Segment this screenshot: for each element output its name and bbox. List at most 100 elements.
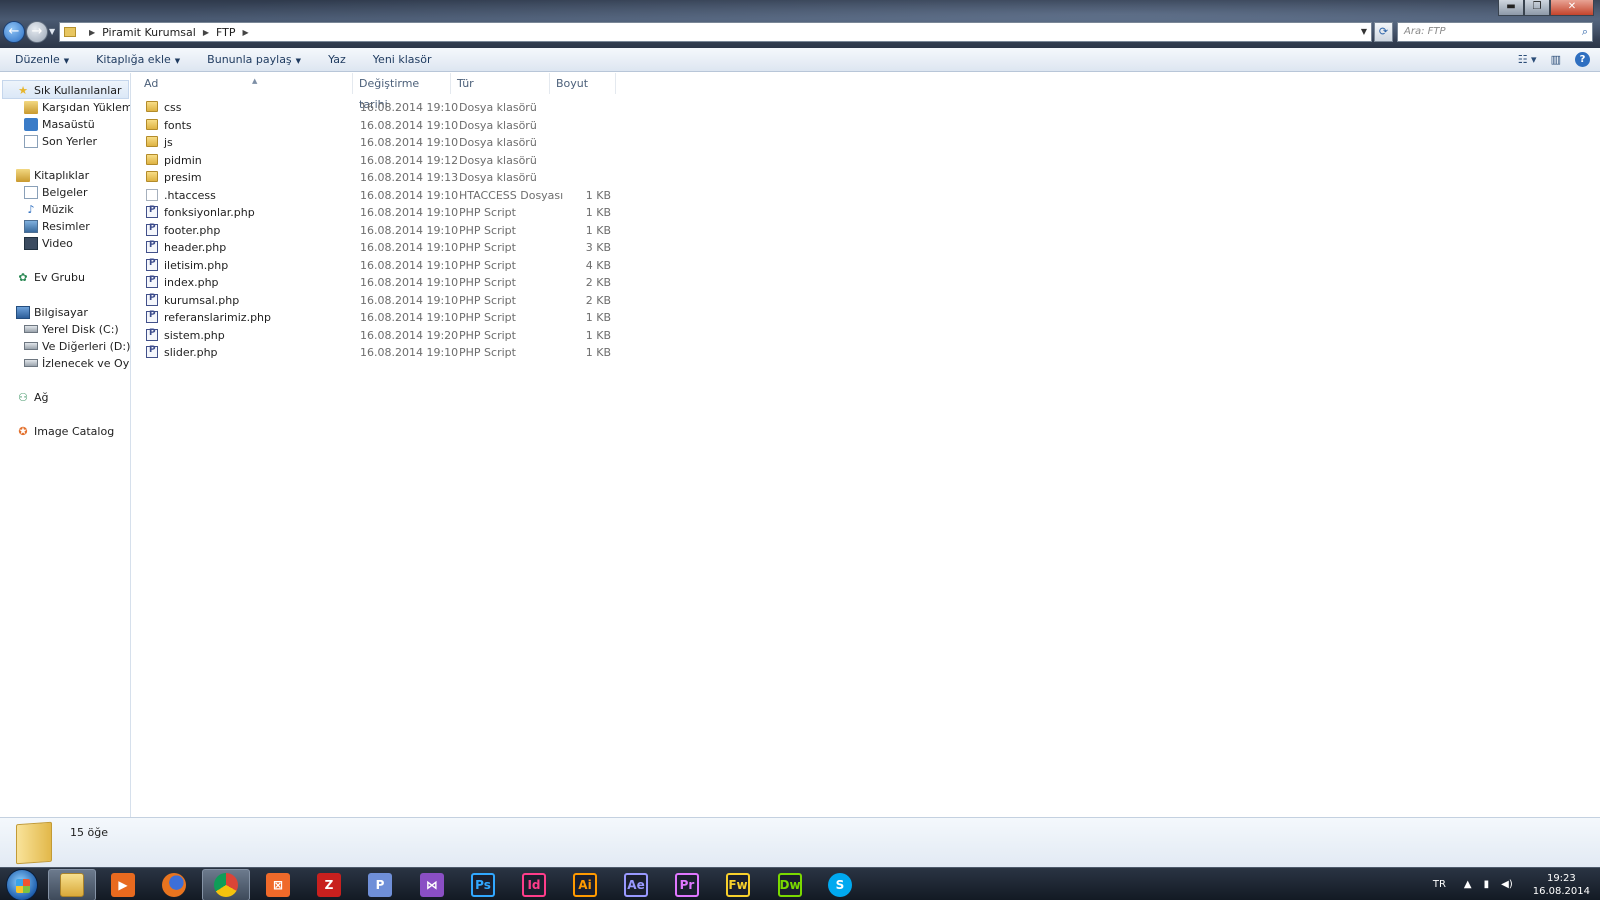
table-row[interactable]: sistem.php 16.08.2014 19:20PHP Script 1 KB — [144, 327, 614, 344]
search-input[interactable]: Ara: FTP ⌕ — [1397, 22, 1593, 42]
file-date: 16.08.2014 19:12 — [360, 153, 459, 167]
file-size: 4 KB — [585, 258, 611, 272]
sidebar-item-computer[interactable]: Bilgisayar — [16, 304, 88, 320]
add-to-library-button[interactable]: Kitaplığa ekle ▼ — [84, 53, 192, 66]
media-player-icon: ▶ — [111, 873, 135, 897]
language-indicator[interactable]: TR — [1433, 879, 1446, 890]
clock[interactable]: 19:23 16.08.2014 — [1533, 872, 1590, 898]
breadcrumb-piramit-kurumsal[interactable]: Piramit Kurumsal — [102, 26, 196, 39]
sidebar-item-downloads[interactable]: Karşıdan Yüklemeler — [24, 99, 130, 115]
table-row[interactable]: footer.php 16.08.2014 19:10PHP Script 1 KB — [144, 222, 614, 239]
show-hidden-icons-icon[interactable]: ▲ — [1464, 879, 1472, 890]
table-row[interactable]: presim 16.08.2014 19:13 Dosya klasörü — [144, 169, 614, 186]
taskbar-app-xampp[interactable]: ⊠ — [254, 869, 302, 900]
file-icon — [146, 188, 158, 201]
forward-button[interactable]: → — [26, 21, 48, 43]
sidebar-item-recent[interactable]: Son Yerler — [24, 133, 97, 149]
taskbar-app-media-player[interactable]: ▶ — [99, 869, 147, 900]
sidebar-item-disk-c[interactable]: Yerel Disk (C:) — [24, 321, 119, 337]
taskbar-app-phpstorm[interactable]: P — [356, 869, 404, 900]
file-date: 16.08.2014 19:20 — [360, 328, 459, 342]
taskbar-app-fireworks[interactable]: Fw — [714, 869, 762, 900]
organize-button[interactable]: Düzenle ▼ — [3, 53, 81, 66]
help-icon[interactable]: ? — [1575, 52, 1590, 67]
taskbar-app-after-effects[interactable]: Ae — [612, 869, 660, 900]
close-button[interactable]: ✕ — [1550, 0, 1594, 16]
file-size: 1 KB — [585, 346, 611, 359]
file-type: PHP Script — [459, 206, 516, 219]
table-row[interactable]: header.php 16.08.2014 19:10PHP Script 3 KB — [144, 239, 614, 256]
chevron-down-icon: ▼ — [63, 57, 70, 65]
taskbar-app-explorer[interactable] — [48, 869, 96, 900]
sidebar-item-libraries[interactable]: Kitaplıklar — [16, 167, 89, 183]
maximize-button[interactable]: ❐ — [1524, 0, 1550, 16]
table-row[interactable]: index.php 16.08.2014 19:10PHP Script 2 KB — [144, 274, 614, 291]
address-bar[interactable]: ▶ Piramit Kurumsal ▶ FTP ▶ ▼ — [59, 22, 1372, 42]
table-row[interactable]: fonts 16.08.2014 19:10 Dosya klasörü — [144, 117, 614, 134]
file-type: PHP Script — [459, 346, 516, 359]
breadcrumb-ftp[interactable]: FTP — [216, 26, 236, 39]
file-size: 1 KB — [585, 223, 611, 237]
sidebar-item-videos[interactable]: Video — [24, 235, 73, 251]
minimize-button[interactable]: ▬ — [1498, 0, 1524, 16]
new-folder-button[interactable]: Yeni klasör — [361, 53, 444, 66]
taskbar-app-filezilla[interactable]: Z — [305, 869, 353, 900]
table-row[interactable]: referanslarimiz.php 16.08.2014 19:10PHP S… — [144, 309, 614, 326]
refresh-button[interactable]: ⟳ — [1374, 22, 1393, 42]
taskbar-app-visual-studio[interactable]: ⋈ — [408, 869, 456, 900]
taskbar-app-photoshop[interactable]: Ps — [459, 869, 507, 900]
details-pane: 15 öğe — [0, 817, 1600, 867]
table-row[interactable]: fonksiyonlar.php 16.08.2014 19:10PHP Scri… — [144, 204, 614, 221]
taskbar-app-dreamweaver[interactable]: Dw — [766, 869, 814, 900]
start-button[interactable] — [6, 869, 38, 900]
recent-pages-dropdown[interactable]: ▼ — [49, 27, 55, 36]
back-button[interactable]: ← — [3, 21, 25, 43]
share-with-button[interactable]: Bununla paylaş ▼ — [195, 53, 313, 66]
sidebar-item-image-catalog[interactable]: ✪ Image Catalog — [16, 423, 114, 439]
taskbar-app-chrome[interactable] — [202, 869, 250, 900]
file-size: 1 KB — [585, 328, 611, 342]
table-row[interactable]: .htaccess 16.08.2014 19:10 HTACCESS Dosyas… — [144, 187, 614, 204]
sidebar-item-homegroup[interactable]: ✿ Ev Grubu — [16, 269, 85, 285]
php-file-icon — [146, 293, 158, 306]
chevron-right-icon[interactable]: ▶ — [89, 28, 95, 37]
chevron-right-icon[interactable]: ▶ — [203, 28, 209, 37]
view-options-icon[interactable]: ☷ ▾ — [1518, 53, 1537, 66]
sidebar-item-network[interactable]: ⚇ Ağ — [16, 389, 48, 405]
taskbar-app-illustrator[interactable]: Ai — [561, 869, 609, 900]
file-name: index.php — [164, 276, 219, 289]
table-row[interactable]: css 16.08.2014 19:10 Dosya klasörü — [144, 99, 614, 116]
taskbar-app-skype[interactable]: S — [816, 869, 864, 900]
burn-button[interactable]: Yaz — [316, 53, 358, 66]
table-row[interactable]: pidmin 16.08.2014 19:12 Dosya klasörü — [144, 152, 614, 169]
column-header-name[interactable]: Ad ▲ — [138, 73, 353, 94]
file-name: fonts — [164, 118, 192, 132]
chevron-right-icon[interactable]: ▶ — [242, 28, 248, 37]
taskbar-app-premiere[interactable]: Pr — [663, 869, 711, 900]
taskbar-app-firefox[interactable] — [150, 869, 198, 900]
table-row[interactable]: kurumsal.php 16.08.2014 19:10PHP Script 2 … — [144, 292, 614, 309]
arrow-right-icon: → — [31, 24, 43, 39]
network-signal-icon[interactable]: ▮ — [1484, 879, 1490, 890]
search-icon[interactable]: ⌕ — [1582, 25, 1588, 39]
table-row[interactable]: js 16.08.2014 19:10 Dosya klasörü — [144, 134, 614, 151]
sidebar-item-music[interactable]: ♪ Müzik — [24, 201, 73, 217]
preview-pane-icon[interactable]: ▥ — [1551, 53, 1561, 66]
taskbar-app-indesign[interactable]: Id — [510, 869, 558, 900]
address-dropdown-icon[interactable]: ▼ — [1361, 27, 1367, 36]
table-row[interactable]: iletisim.php 16.08.2014 19:10PHP Script 4 … — [144, 257, 614, 274]
sidebar-item-favorites[interactable]: ★ Sık Kullanılanlar — [16, 82, 121, 98]
column-header-date[interactable]: Değiştirme tarihi — [353, 73, 451, 111]
sidebar-item-pictures[interactable]: Resimler — [24, 218, 90, 234]
sidebar-item-documents[interactable]: Belgeler — [24, 184, 87, 200]
xampp-icon: ⊠ — [266, 873, 290, 897]
sidebar-item-disk-d[interactable]: Ve Diğerleri (D:) — [24, 338, 130, 354]
file-date: 16.08.2014 19:10 — [360, 276, 459, 289]
volume-icon[interactable]: ◀) — [1501, 879, 1513, 890]
column-header-type[interactable]: Tür — [451, 73, 550, 94]
column-header-size[interactable]: Boyut — [550, 73, 616, 94]
file-list: Ad ▲ Değiştirme tarihi Tür Boyut css 16.08… — [131, 73, 1600, 817]
sidebar-item-disk-e[interactable]: İzlenecek ve Oynanacaklar — [24, 355, 130, 371]
sidebar-item-desktop[interactable]: Masaüstü — [24, 116, 95, 132]
table-row[interactable]: slider.php 16.08.2014 19:10PHP Script 1 KB — [144, 344, 614, 361]
